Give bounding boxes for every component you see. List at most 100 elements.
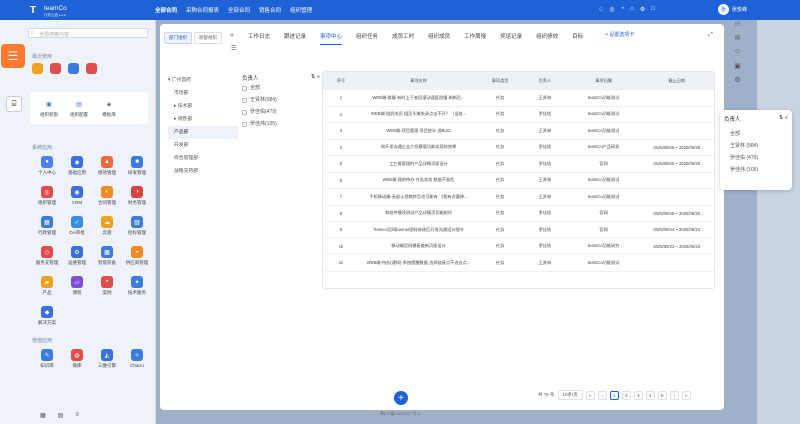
tab[interactable]: 事项中心 <box>320 32 343 45</box>
app-tile[interactable]: ◆ 解决方案 <box>32 306 62 326</box>
app-tile[interactable]: ▰ 产品 <box>32 276 62 296</box>
tab[interactable]: 奖惩记录 <box>500 32 522 45</box>
app-tile[interactable]: ◐ 合同管理 <box>92 186 122 206</box>
app-tile[interactable]: ✦ 技术服务 <box>122 276 152 296</box>
avatar[interactable]: 张 <box>718 4 729 15</box>
right-tool-icon[interactable]: ⚙ <box>730 76 745 90</box>
table-cell[interactable]: 和开发沟通企业介绍模版功能实现的效果 <box>359 144 478 150</box>
app-tile[interactable]: ◭ 三维引擎 <box>92 349 122 369</box>
app-tile[interactable]: ● 个人中心 <box>32 156 62 176</box>
app-tile[interactable]: ✧ ChatAI <box>122 349 152 368</box>
app-tile[interactable]: ▩ 智能装备 <box>92 246 122 266</box>
top-toolbar-icon[interactable]: □ <box>651 6 655 13</box>
last-page-button[interactable]: » <box>681 390 691 400</box>
page-number[interactable]: 3 <box>633 390 643 400</box>
filter-option[interactable]: 罗佳炜(105) <box>242 118 320 130</box>
app-logo[interactable]: T <box>26 4 40 16</box>
tree-node[interactable]: 产品部 <box>168 126 238 139</box>
table-cell[interactable]: WEB端-组织成员 组员头像失录点击不开？（当前... <box>359 111 478 117</box>
right-tool-icon[interactable]: ✉ <box>730 34 745 48</box>
top-nav-item[interactable]: 全部合同 <box>228 6 250 14</box>
page-number[interactable]: 1 <box>609 390 619 400</box>
app-tile[interactable]: ◍ 微库 <box>62 349 92 369</box>
tab[interactable]: 工作周报 <box>464 32 486 45</box>
tree-node[interactable]: 市场部 <box>168 87 238 100</box>
table-cell[interactable]: 手机移动端-无部认领跳转后也可能有 《我有次要掉... <box>359 194 478 200</box>
prev-page-button[interactable]: ‹ <box>597 390 607 400</box>
recent-app-icon[interactable] <box>68 63 79 74</box>
app-tile[interactable]: ✎ 知识库 <box>32 349 62 369</box>
recent-app-icon[interactable] <box>50 63 61 74</box>
tab[interactable]: 目标 <box>572 32 583 45</box>
table-row[interactable]: 3 WEB端-项目管理 项目统计 选BUG 任务 王贤林 teamCo功能测试 <box>323 123 714 140</box>
tab[interactable]: 组织任务 <box>356 32 378 45</box>
app-tile[interactable]: ◇ 服务支管理 <box>32 246 62 266</box>
tab[interactable]: 组织绩效 <box>536 32 558 45</box>
filter-option[interactable]: 全部 <box>242 82 320 94</box>
right-tool-icon[interactable]: ☺ <box>730 48 745 62</box>
right-tool-icon[interactable]: ▣ <box>730 62 745 76</box>
add-fab-button[interactable]: + <box>394 391 408 405</box>
app-tile[interactable]: ▲ 绩效管理 <box>92 156 122 176</box>
app-tile[interactable]: ☁ 云盘 <box>92 216 122 236</box>
tab[interactable]: 工作日志 <box>248 32 270 45</box>
top-toolbar-icon[interactable]: ♢ <box>598 6 603 13</box>
filter-header[interactable]: 负责人 ⇅ « <box>242 74 320 82</box>
tree-node[interactable]: ▸ 技术部 <box>168 100 238 113</box>
top-nav-item[interactable]: 采购合同报表 <box>186 6 219 14</box>
table-row[interactable]: 1 WEB端-群聊 有时上下来回滚动速度很慢 刷新后... 任务 王贤林 teamCo功… <box>323 90 714 107</box>
user-menu[interactable]: 张张俊峰 <box>718 4 747 15</box>
recent-app-icon[interactable] <box>86 63 97 74</box>
dropdown-option[interactable]: 罗佳佑 (479) <box>720 152 792 164</box>
filter-sort-icon[interactable]: ⇅ « <box>311 74 320 82</box>
app-tile[interactable]: ◆ 基础应用 <box>62 156 92 176</box>
top-toolbar-icon[interactable]: ⚙ <box>640 6 645 13</box>
checkbox[interactable] <box>242 121 247 127</box>
sidebar-footer-icon[interactable]: ▦ <box>40 412 46 419</box>
table-cell[interactable]: WEB端-待办(通知)-系统提醒数量 选择链接点不进去点... <box>359 260 478 266</box>
table-row[interactable]: 6 WEB端-我的待办 任务状态 数据不准乱 任务 王贤林 teamCo功能测试 <box>323 173 714 189</box>
column-header[interactable]: 事项归属 <box>568 78 640 84</box>
search-input[interactable]: ⌕ 全局搜索内容 <box>28 28 148 38</box>
tab[interactable]: 成员工时 <box>392 32 414 45</box>
table-cell[interactable]: WEB端-群聊 有时上下来回滚动速度很慢 刷新后... <box>359 95 478 101</box>
right-tool-icon[interactable]: ⚇ <box>730 20 745 34</box>
doc-float-icon[interactable]: ⌸ <box>6 96 22 112</box>
checkbox[interactable] <box>242 109 247 115</box>
collapse-left-icon[interactable]: « <box>230 32 234 39</box>
fullscreen-icon[interactable]: ⤢ <box>708 32 713 39</box>
top-nav-item[interactable]: 全部合同 <box>155 6 177 14</box>
menu-float-icon[interactable]: ☰ <box>1 44 25 68</box>
table-row[interactable]: 10 移动端官网模板查新页面设计 任务 罗佳佑 teamCo功能研究 2025/09/23… <box>323 239 714 255</box>
column-header[interactable]: 事项类型 <box>478 78 522 84</box>
dropdown-option[interactable]: 罗佳炜 (105) <box>720 164 792 176</box>
tree-node[interactable]: 战略支持部 <box>168 165 238 178</box>
sidebar-footer-icon[interactable]: ≡ <box>75 412 79 419</box>
tree-node[interactable]: 综合管理部 <box>168 152 238 165</box>
add-tab-button[interactable]: + 设置选项卡 <box>605 31 634 38</box>
table-cell[interactable]: Teamco官网banner图样修改后开发沟通设计细节 <box>359 227 478 233</box>
app-tile[interactable]: ▧ 招标管理 <box>122 216 152 236</box>
app-tile[interactable]: ◓ 案例 <box>92 276 122 296</box>
tree-node[interactable]: ▸ 销售部 <box>168 113 238 126</box>
table-cell[interactable]: 工三维管理的产品详情页面设计 <box>359 161 478 167</box>
first-page-button[interactable]: « <box>585 390 595 400</box>
top-nav-item[interactable]: 销售合同 <box>259 6 281 14</box>
app-tile[interactable]: ◑ 财务管理 <box>122 186 152 206</box>
page-size-select[interactable]: 15条/页 <box>557 390 583 400</box>
dropdown-option[interactable]: 王贤林 (984) <box>720 140 792 152</box>
sidebar-footer-icon[interactable]: ▤ <box>58 412 64 419</box>
list-icon[interactable]: ☰ <box>231 45 236 52</box>
table-cell[interactable]: WEB端-我的待办 任务状态 数据不准乱 <box>359 177 478 183</box>
filter-option[interactable]: 王贤林(984) <box>242 94 320 106</box>
table-row[interactable]: 11 WEB端-待办(通知)-系统提醒数量 选择链接点不进去点... 任务 王贤林 te… <box>323 255 714 272</box>
recent-app-icon[interactable] <box>32 63 43 74</box>
table-row[interactable]: 4 和开发沟通企业介绍模版功能实现的效果 任务 罗佳佑 teamCo产品研发 2025/0… <box>323 140 714 156</box>
app-tile[interactable]: ◎ 组织管理 <box>32 186 62 206</box>
org-tab[interactable]: 跨部组织 <box>194 32 222 44</box>
app-tile[interactable]: ▱ 课程 <box>62 276 92 296</box>
page-number[interactable]: 4 <box>645 390 655 400</box>
app-tile[interactable]: ▤ 组织配置 <box>64 98 94 118</box>
app-tile[interactable]: ◒ 供应商管理 <box>122 246 152 266</box>
table-row[interactable]: 7 手机移动端-无部认领跳转后也可能有 《我有次要掉... 任务 王贤林 teamCo功… <box>323 189 714 206</box>
